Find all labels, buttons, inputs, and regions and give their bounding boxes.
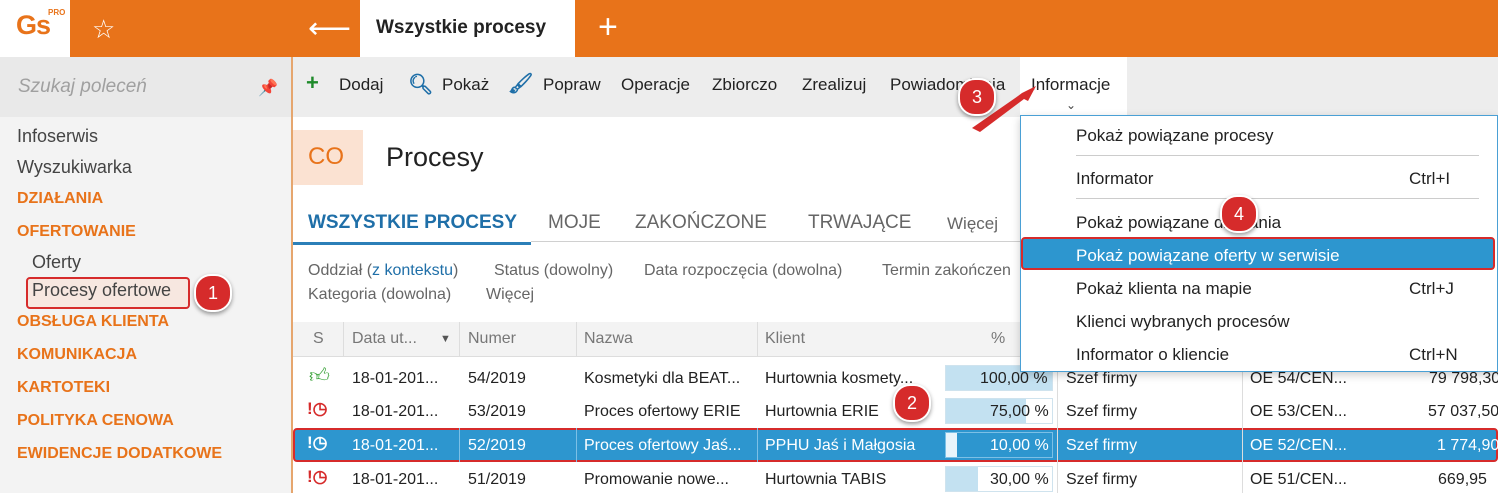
step-badge-3: 3 bbox=[958, 78, 996, 116]
step-badge-1: 1 bbox=[194, 274, 232, 312]
step-badge-2: 2 bbox=[893, 384, 931, 422]
step-badge-4: 4 bbox=[1220, 195, 1258, 233]
annotation-arrow-icon bbox=[972, 86, 1036, 132]
